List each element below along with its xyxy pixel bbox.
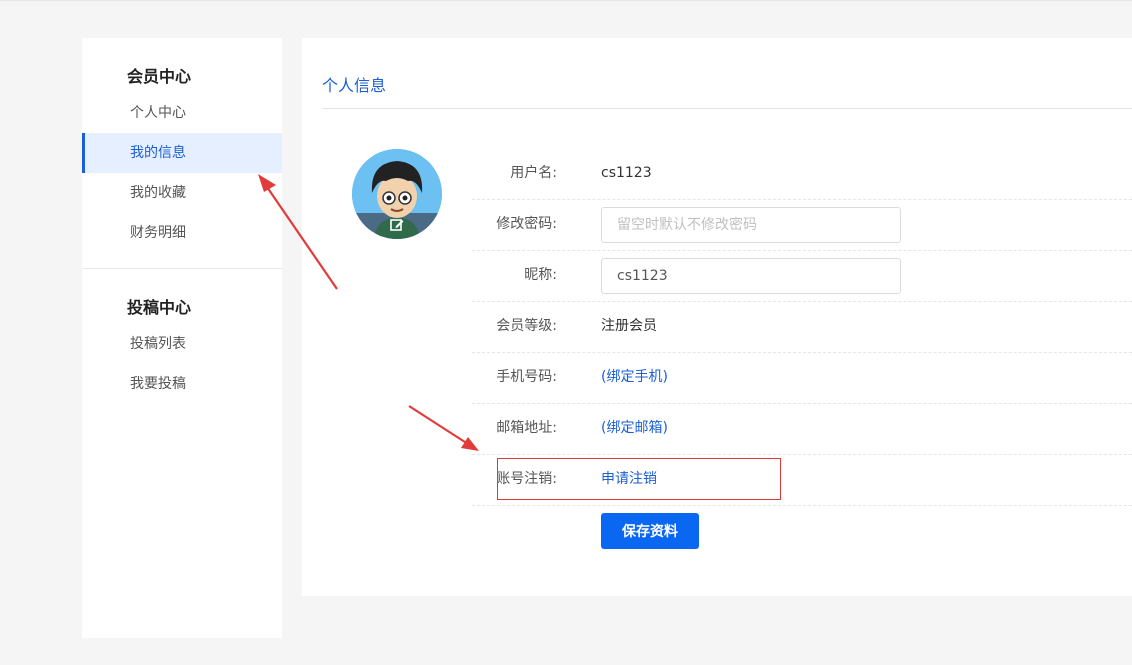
sidebar-item-personal-center[interactable]: 个人中心 — [82, 93, 282, 133]
password-field[interactable] — [601, 207, 901, 243]
sidebar-item-submit[interactable]: 我要投稿 — [82, 364, 282, 404]
page-title: 个人信息 — [322, 76, 387, 95]
sidebar: 会员中心 个人中心 我的信息 我的收藏 财务明细 投稿中心 投稿列表 我要投稿 — [82, 38, 282, 638]
row-email: 邮箱地址: (绑定邮箱) — [472, 403, 1132, 455]
username-value: cs1123 — [601, 165, 652, 181]
save-button[interactable]: 保存资料 — [601, 513, 699, 549]
sidebar-item-my-info[interactable]: 我的信息 — [82, 133, 282, 173]
row-password: 修改密码: — [472, 199, 1132, 251]
username-label: 用户名: — [510, 165, 557, 181]
sidebar-divider — [82, 268, 282, 269]
edit-icon[interactable] — [389, 217, 405, 233]
avatar[interactable] — [352, 149, 442, 239]
email-label: 邮箱地址: — [496, 420, 557, 436]
sidebar-item-submission-list[interactable]: 投稿列表 — [82, 324, 282, 364]
sidebar-group-title-member: 会员中心 — [127, 67, 192, 86]
sidebar-item-favorites[interactable]: 我的收藏 — [82, 173, 282, 213]
bind-phone-link[interactable]: (绑定手机) — [601, 352, 668, 402]
top-divider — [0, 0, 1132, 1]
phone-label: 手机号码: — [496, 369, 557, 385]
main-panel: 个人信息 用户名: cs1123 修改密码: 昵称: cs1123 会员等级: … — [302, 38, 1132, 596]
row-phone: 手机号码: (绑定手机) — [472, 352, 1132, 404]
sidebar-group-title-submission: 投稿中心 — [127, 298, 192, 317]
annotation-highlight-box — [497, 458, 781, 500]
row-username: 用户名: cs1123 — [472, 148, 1132, 200]
member-level-value: 注册会员 — [601, 318, 657, 334]
password-label: 修改密码: — [496, 216, 557, 232]
sidebar-item-finance[interactable]: 财务明细 — [82, 213, 282, 253]
bind-email-link[interactable]: (绑定邮箱) — [601, 403, 668, 453]
nickname-label: 昵称: — [524, 267, 557, 283]
member-level-label: 会员等级: — [496, 318, 557, 334]
row-nickname: 昵称: — [472, 250, 1132, 302]
title-divider — [322, 108, 1132, 109]
nickname-field[interactable] — [601, 258, 901, 294]
row-member-level: 会员等级: 注册会员 — [472, 301, 1132, 353]
